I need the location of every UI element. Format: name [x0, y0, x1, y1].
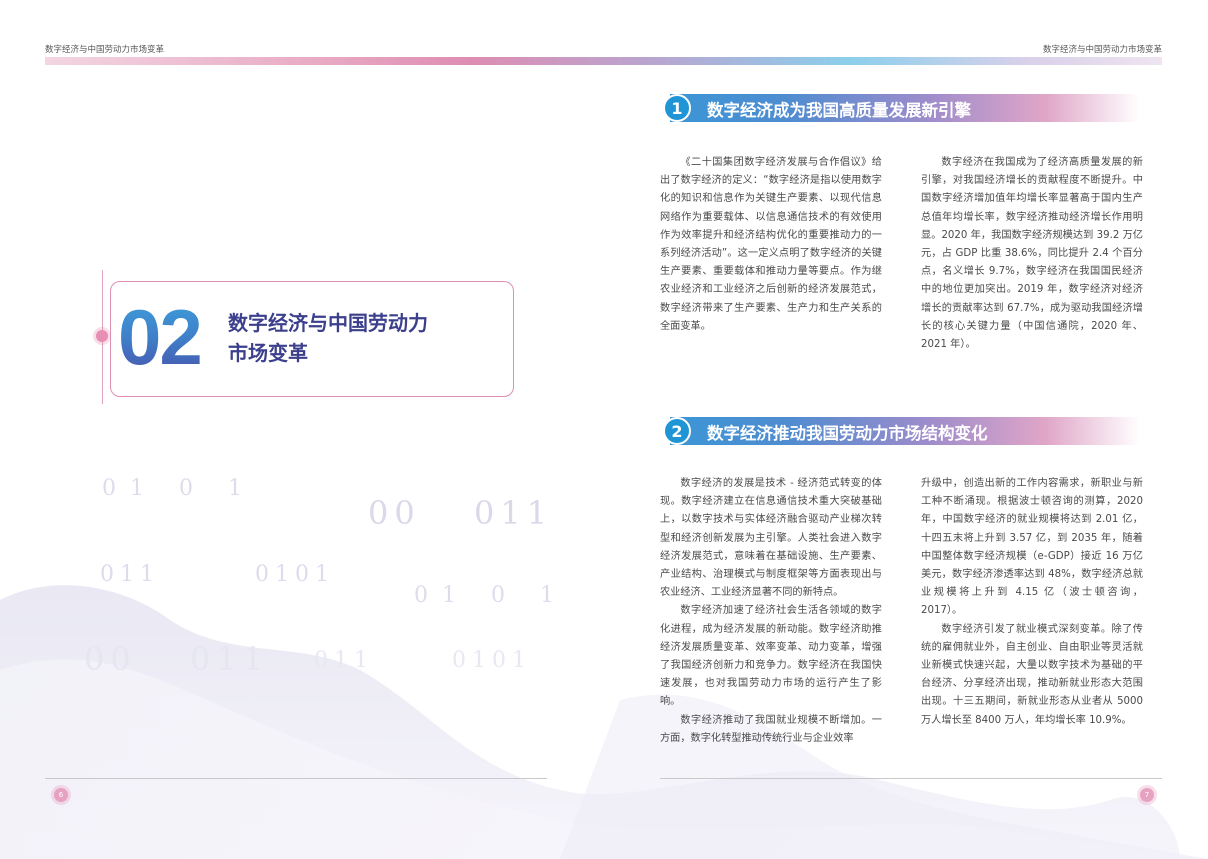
- binary-decor: 011: [100, 562, 160, 587]
- section1-column-left: 《二十国集团数字经济发展与合作倡议》给出了数字经济的定义：“数字经济是指以使用数…: [660, 154, 882, 336]
- binary-decor: 0101: [255, 562, 335, 587]
- section1-column-right: 数字经济在我国成为了经济高质量发展的新引擎，对我国经济增长的贡献程度不断提升。中…: [921, 154, 1143, 354]
- section2-number-badge: 2: [663, 417, 691, 445]
- paragraph: 数字经济推动了我国就业规模不断增加。一方面，数字化转型推动传统行业与企业效率: [660, 714, 882, 744]
- running-header-right: 数字经济与中国劳动力市场变革: [1042, 45, 1162, 55]
- section2-title: 数字经济推动我国劳动力市场结构变化: [707, 424, 988, 443]
- binary-decor: 00: [368, 494, 421, 532]
- header-gradient-band: [45, 57, 1162, 65]
- binary-decor: 0101: [452, 648, 532, 673]
- binary-decor: 011: [314, 648, 374, 673]
- binary-decor: 00: [84, 640, 137, 678]
- section1-title: 数字经济成为我国高质量发展新引擎: [707, 101, 971, 120]
- binary-decor: 01 0 1: [102, 476, 256, 501]
- binary-decor: 011: [190, 640, 270, 678]
- binary-decor: 01 0 1: [414, 583, 568, 608]
- chapter-title-line1: 数字经济与中国劳动力: [228, 311, 428, 335]
- binary-decor: 011: [474, 494, 554, 532]
- page-number-left: 6: [54, 788, 68, 802]
- footer-rule-left: [45, 778, 547, 779]
- paragraph: 数字经济引发了就业模式深刻变革。除了传统的雇佣就业外，自主创业、自由职业等灵活就…: [921, 623, 1143, 726]
- page-number-right: 7: [1140, 788, 1154, 802]
- chapter-marker-dot: [96, 330, 108, 342]
- paragraph: 数字经济加速了经济社会生活各领域的数字化进程，成为经济发展的新动能。数字经济助推…: [660, 605, 882, 708]
- chapter-title: 数字经济与中国劳动力 市场变革: [228, 308, 428, 368]
- section2-column-left: 数字经济的发展是技术 - 经济范式转变的体现。数字经济建立在信息通信技术重大突破…: [660, 475, 882, 748]
- chapter-title-line2: 市场变革: [228, 341, 308, 365]
- paragraph: 数字经济在我国成为了经济高质量发展的新引擎，对我国经济增长的贡献程度不断提升。中…: [921, 157, 1143, 351]
- running-header-left: 数字经济与中国劳动力市场变革: [45, 45, 165, 55]
- section1-number-badge: 1: [663, 94, 691, 122]
- section2-column-right: 升级中，创造出新的工作内容需求，新职业与新工种不断涌现。根据波士顿咨询的测算，2…: [921, 475, 1143, 730]
- paragraph: 升级中，创造出新的工作内容需求，新职业与新工种不断涌现。根据波士顿咨询的测算，2…: [921, 478, 1143, 617]
- chapter-number: 02: [118, 293, 203, 381]
- paragraph: 《二十国集团数字经济发展与合作倡议》给出了数字经济的定义：“数字经济是指以使用数…: [660, 157, 882, 332]
- footer-rule-right: [660, 778, 1162, 779]
- paragraph: 数字经济的发展是技术 - 经济范式转变的体现。数字经济建立在信息通信技术重大突破…: [660, 478, 882, 599]
